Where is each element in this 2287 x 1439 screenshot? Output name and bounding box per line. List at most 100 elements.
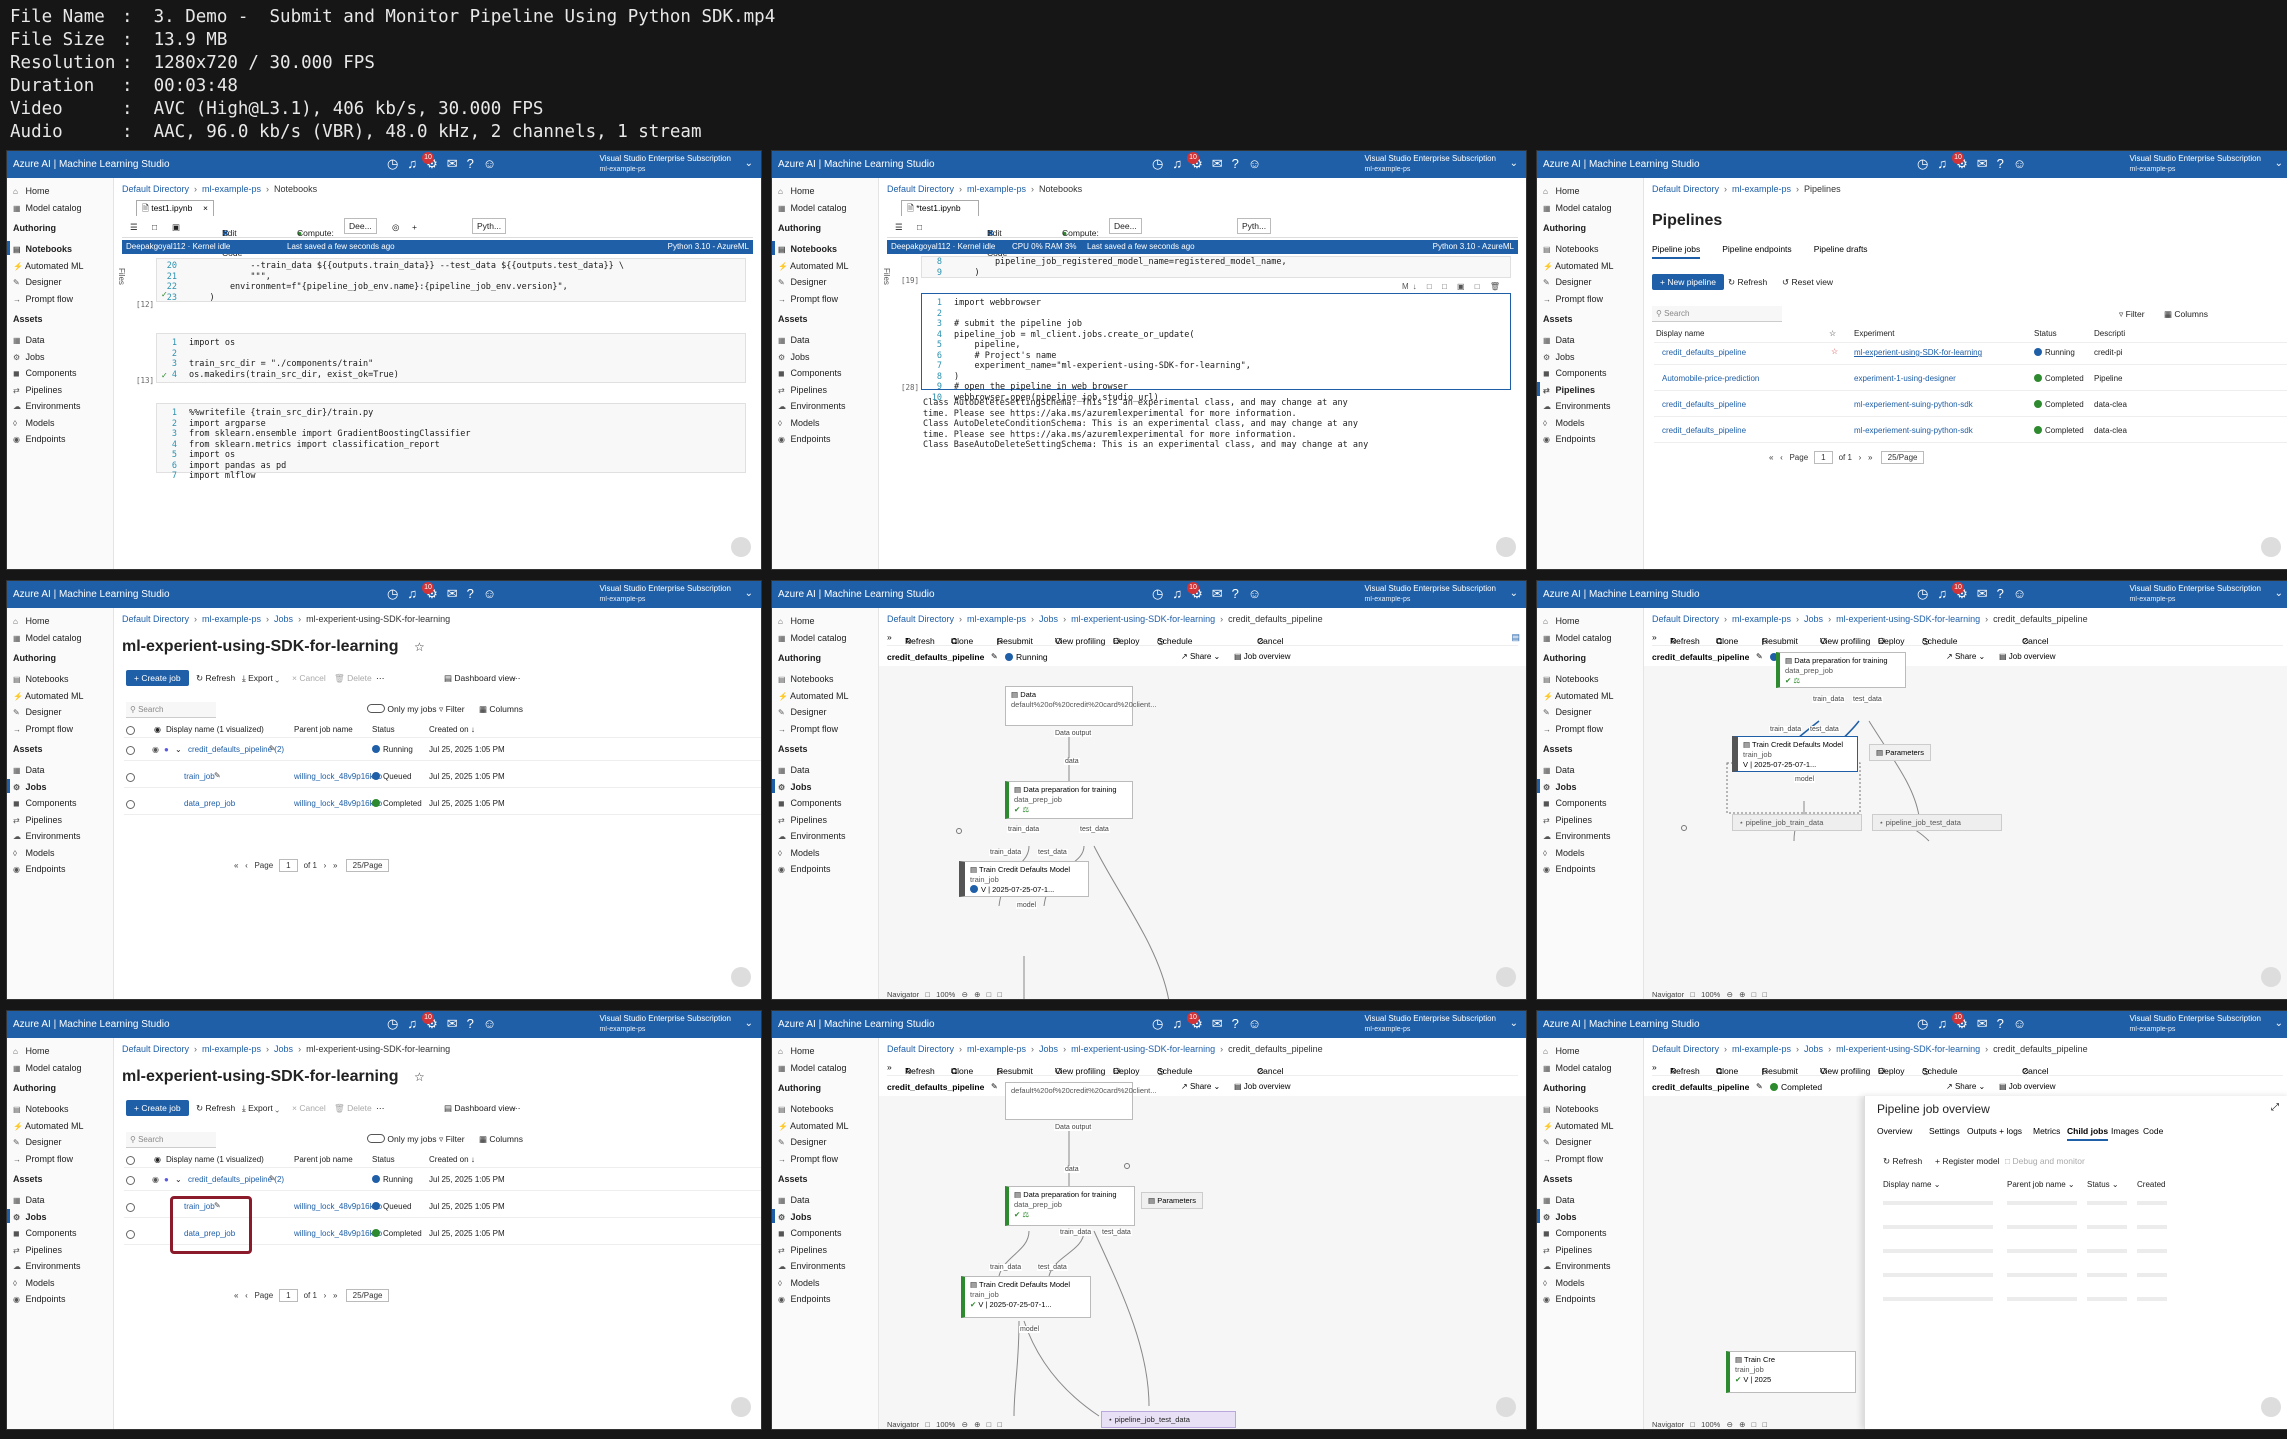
nav-endpoints[interactable]: ◉ Endpoints [13,1294,66,1304]
refresh-button[interactable]: ↻ Refresh [1883,1156,1922,1167]
nav-models[interactable]: ◊ Models [1543,418,1585,428]
nav-notebooks[interactable]: ▤ Notebooks [778,674,834,684]
app-brand[interactable]: Azure AI | Machine Learning Studio [1543,1019,1700,1030]
nav-prompt-flow[interactable]: → Prompt flow [778,1154,838,1164]
nav-designer[interactable]: ✎ Designer [1543,1137,1592,1147]
record-icon[interactable] [731,1397,751,1417]
nav-components[interactable]: ◼ Components [13,798,77,808]
col-status[interactable]: Status [372,725,395,734]
row-select-radio[interactable] [126,1230,135,1239]
row-select-radio[interactable] [126,800,135,809]
nav-model-catalog[interactable]: ▦ Model catalog [778,203,847,213]
job-overview-button[interactable]: ▤ Job overview [1234,1082,1290,1091]
row-select-radio[interactable] [126,746,135,755]
delete-button[interactable]: 🗑 Delete [334,673,372,684]
page-size-select[interactable]: 25/Page [1880,451,1925,464]
nav-pipelines[interactable]: ⇄ Pipelines [778,1245,827,1255]
filter-button[interactable]: ▿ Filter [439,1134,465,1145]
chevron-down-icon[interactable]: ⌄ [745,158,753,169]
export-button[interactable]: ⤓ Export ⌄ [242,673,279,684]
breadcrumb-item[interactable]: ml-example-ps [1732,184,1791,194]
panel-tab-child-jobs[interactable]: Child jobs [2067,1126,2109,1141]
star-icon[interactable]: ☆ [414,640,425,654]
nav-data[interactable]: ▦ Data [778,335,810,345]
edit-icon[interactable]: ✎ [269,1174,276,1183]
nav-components[interactable]: ◼ Components [778,798,842,808]
col-parent-job[interactable]: Parent job name [294,1155,353,1164]
nav-jobs[interactable]: ⚙ Jobs [1543,352,1575,362]
chevron-down-icon[interactable]: ⌄ [175,1175,182,1184]
nav-prompt-flow[interactable]: → Prompt flow [13,1154,73,1164]
breadcrumb-item[interactable]: ml-example-ps [967,1044,1026,1054]
last-page-icon[interactable]: » [1868,453,1872,462]
prev-page-icon[interactable]: ‹ [245,861,248,870]
export-button[interactable]: ⤓ Export ⌄ [242,1103,279,1114]
history-icon[interactable]: ◷ [387,1016,407,1031]
nav-automated-ml[interactable]: ⚡ Automated ML [1543,1121,1614,1131]
stop-icon[interactable]: ▣ [172,222,180,233]
node-data-prep[interactable]: ▤ Data preparation for training data_prep… [1776,652,1906,688]
subscription-switcher[interactable]: Visual Studio Enterprise Subscription ml-… [1365,583,1496,605]
output-node[interactable]: ⋆ pipeline_job_test_data [1101,1411,1236,1428]
nav-prompt-flow[interactable]: → Prompt flow [1543,294,1603,304]
chevron-down-icon[interactable]: ⌄ [175,745,182,754]
breadcrumb-item[interactable]: ml-example-ps [967,184,1026,194]
col-parent-job[interactable]: Parent job name [294,725,353,734]
nav-notebooks[interactable]: ▤ Notebooks [13,674,69,684]
more-icon[interactable]: ⋯ [512,1103,521,1114]
page-input[interactable]: 1 [279,859,298,872]
expand-icon[interactable]: » [1652,1062,1657,1072]
files-panel-label[interactable]: Files [879,268,891,285]
nav-environments[interactable]: ☁ Environments [778,831,846,841]
kernel-select[interactable]: Pyth... [1237,218,1272,234]
zoom-level[interactable]: 100% [936,990,955,999]
node-data[interactable]: default%20of%20credit%20card%20client... [1005,1082,1157,1120]
nav-model-catalog[interactable]: ▦ Model catalog [13,1063,82,1073]
nav-notebooks[interactable]: ▤ Notebooks [1543,244,1599,254]
nav-jobs[interactable]: ⚙ Jobs [772,778,812,793]
parent-job-link[interactable]: willing_lock_48v9p16kxb [294,1229,382,1238]
record-icon[interactable] [1496,967,1516,987]
help-icon[interactable]: ? [467,1016,483,1031]
graph-handle[interactable] [956,828,962,834]
help-icon[interactable]: ? [1232,586,1248,601]
nav-endpoints[interactable]: ◉ Endpoints [778,1294,831,1304]
parameters-chip[interactable]: ▤ Parameters [1869,744,1931,761]
nav-components[interactable]: ◼ Components [1543,1228,1607,1238]
more-icon[interactable]: ⋯ [376,673,385,684]
nav-models[interactable]: ◊ Models [778,1278,820,1288]
tab-pipeline-drafts[interactable]: Pipeline drafts [1814,244,1868,254]
col-description[interactable]: Descripti [2094,329,2125,338]
breadcrumb-item[interactable]: ml-example-ps [202,614,261,624]
chevron-down-icon[interactable]: ⌄ [745,1018,753,1029]
record-icon[interactable] [2261,1397,2281,1417]
nav-data[interactable]: ▦ Data [13,335,45,345]
register-model-button[interactable]: + Register model [1935,1156,2000,1166]
create-job-button[interactable]: + Create job [126,670,189,686]
prev-page-icon[interactable]: ‹ [245,1291,248,1300]
dashboard-view-button[interactable]: ▤ Dashboard view [444,1103,515,1114]
col-display-name[interactable]: Display name [1656,329,1704,338]
star-icon[interactable]: ☆ [1831,347,1838,356]
nav-designer[interactable]: ✎ Designer [778,707,827,717]
help-icon[interactable]: ? [1997,1016,2013,1031]
compute-select[interactable]: Dee... [344,218,377,234]
panel-tab-overview[interactable]: Overview [1877,1126,1912,1136]
smile-icon[interactable]: ☺ [1248,1016,1270,1031]
nav-data[interactable]: ▦ Data [13,1195,45,1205]
nav-notebooks[interactable]: ▤ Notebooks [772,241,837,255]
expand-icon[interactable]: » [887,1062,892,1072]
history-icon[interactable]: ◷ [1917,156,1937,171]
panel-tab-metrics[interactable]: Metrics [2033,1126,2060,1136]
app-brand[interactable]: Azure AI | Machine Learning Studio [1543,159,1700,170]
breadcrumb-item[interactable]: Jobs [1039,1044,1058,1054]
help-icon[interactable]: ? [467,586,483,601]
nav-jobs[interactable]: ⚙ Jobs [7,1208,47,1223]
row-select-radio[interactable] [126,773,135,782]
node-data[interactable]: ▤ Data default%20of%20credit%20card%20cli… [1005,686,1157,726]
history-icon[interactable]: ◷ [1917,586,1937,601]
zoom-level[interactable]: 100% [1701,1420,1720,1429]
edit-icon[interactable]: ✎ [991,1082,998,1091]
nav-components[interactable]: ◼ Components [778,368,842,378]
subscription-switcher[interactable]: Visual Studio Enterprise Subscription ml-… [2130,583,2261,605]
